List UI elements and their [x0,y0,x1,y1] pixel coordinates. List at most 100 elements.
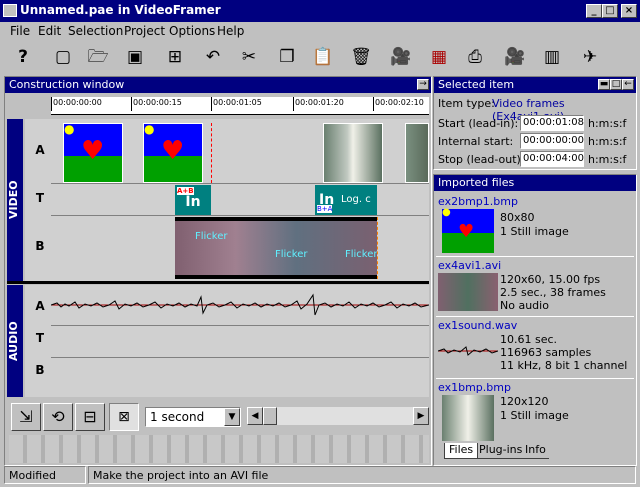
help-icon[interactable]: ? [8,43,38,73]
stop-label: Stop (lead-out): [438,153,525,166]
selected-min-icon[interactable]: ▬ [598,79,610,90]
menu-file[interactable]: File [10,24,30,38]
camera2-icon[interactable]: 🎥 [500,43,530,73]
timeline-ruler[interactable]: 00:00:00:00 00:00:00:15 00:00:01:05 00:0… [51,97,429,115]
menu-selection[interactable]: Selection [68,24,123,38]
select-tool-button[interactable]: ⇲ [11,403,41,431]
zoom-value: 1 second [150,410,205,424]
video-clip[interactable] [405,123,429,183]
scroll-thumb[interactable] [263,407,277,425]
menu-project[interactable]: Project [124,24,165,38]
video-clip[interactable] [323,123,383,183]
file-item[interactable]: ex4avi1.avi 120x60, 15.00 fps 2.5 sec., … [436,259,634,317]
file-item[interactable]: ex2bmp1.bmp ♥ ● 80x80 1 Still image [436,195,634,257]
menu-bar: File Edit Selection Project Options Help [0,22,640,40]
status-left: Modified [4,466,86,484]
file-detail: 116963 samples [500,346,592,359]
file-detail: 11 kHz, 8 bit 1 channel [500,359,628,372]
device-icon[interactable]: ⎙ [460,43,490,73]
plane-icon[interactable]: ✈ [575,43,605,73]
video-clip-flicker[interactable]: Flicker Flicker Flicker [175,217,377,279]
timecode: 00:00:01:20 [295,98,344,107]
minimize-button[interactable]: _ [586,4,602,18]
internal-unit: h:m:s:f [588,135,627,148]
transition-clip[interactable]: In A+B [175,185,211,215]
chevron-down-icon[interactable]: ▼ [224,408,240,426]
video-label: VIDEO [7,119,23,281]
app-icon[interactable] [3,4,17,17]
start-field[interactable]: 00:00:01:08 [520,115,584,131]
film-icon[interactable]: ▦ [424,43,454,73]
selected-item-title: Selected item ▬ □ ← [434,77,636,93]
internal-field[interactable]: 00:00:00:00 [520,133,584,149]
start-unit: h:m:s:f [588,117,627,130]
menu-edit[interactable]: Edit [38,24,61,38]
window-title: Unnamed.pae in VideoFramer [20,3,221,17]
camera-icon[interactable]: 🎥 [386,43,416,73]
sun-icon: ● [64,122,75,136]
stop-unit: h:m:s:f [588,153,627,166]
filmstrip-icon[interactable]: ▥ [537,43,567,73]
track-a-label: A [35,143,45,157]
paste-icon[interactable]: 📋 [308,43,338,73]
undo-icon[interactable]: ↶ [198,43,228,73]
video-clip[interactable]: ♥ ● [143,122,203,183]
menu-help[interactable]: Help [217,24,244,38]
file-item[interactable]: ex1sound.wav 10.61 sec. 116963 samples 1… [436,319,634,379]
cut-icon[interactable]: ✂ [234,43,264,73]
open-folder-icon[interactable]: 🗁 [83,43,113,73]
close-button[interactable]: × [621,4,637,18]
menu-options[interactable]: Options [169,24,215,38]
tab-plug-ins[interactable]: Plug-ins [476,443,526,459]
zoom-ruler-button[interactable]: ⊠ [109,403,139,431]
add-item-icon[interactable]: ⊞ [160,43,190,73]
stop-field[interactable]: 00:00:04:00 [520,151,584,167]
rotate-tool-button[interactable]: ⟲ [43,403,73,431]
file-detail: 120x60, 15.00 fps [500,273,601,286]
clip-end-marker [377,217,378,279]
video-track-area: A T B ♥ ● ♥ ● In A+B In B+A Log. c Flicker… [25,119,429,281]
internal-label: Internal start: [438,135,514,148]
transition-badge: A+B [177,187,194,195]
file-detail: 80x80 [500,211,535,224]
tab-info[interactable]: Info [522,443,549,459]
status-right: Make the project into an AVI file [88,466,636,484]
construction-window: Construction window → 00:00:00:00 00:00:… [4,76,432,466]
file-detail: 2.5 sec., 38 frames [500,286,606,299]
file-item[interactable]: ex1bmp.bmp 120x120 1 Still image [436,381,634,441]
timecode: 00:00:01:05 [213,98,262,107]
file-detail: 1 Still image [500,225,569,238]
delete-icon[interactable]: 🗑 [346,43,376,73]
selected-restore-icon[interactable]: □ [610,79,622,90]
new-project-icon[interactable]: ▢ [48,43,78,73]
scroll-right-icon[interactable]: ▶ [413,407,429,425]
save-icon[interactable]: ▣ [120,43,150,73]
imported-files-title: Imported files [434,175,636,191]
transition-clip[interactable]: In B+A Log. c [315,185,377,215]
heart-icon: ♥ [161,136,185,166]
decorative-film-strip [9,435,429,463]
scroll-left-icon[interactable]: ◀ [247,407,263,425]
heart-icon: ♥ [458,221,475,242]
timecode: 00:00:02:10 [375,98,424,107]
maximize-button[interactable]: □ [602,4,618,18]
audio-label: AUDIO [7,285,23,397]
transition-label: Log. c [341,194,371,205]
track-b-label: B [35,239,45,253]
zoom-select[interactable]: 1 second ▼ [145,407,241,427]
horizontal-scrollbar[interactable]: ◀ ▶ [247,407,429,425]
file-detail: 1 Still image [500,409,569,422]
copy-icon[interactable]: ❐ [272,43,302,73]
sun-icon: ● [144,122,155,136]
construction-close-icon[interactable]: → [417,79,429,90]
audio-track-t-label: T [35,331,45,345]
selected-back-icon[interactable]: ← [622,79,634,90]
tab-files[interactable]: Files [444,443,479,459]
title-bar: Unnamed.pae in VideoFramer _ □ × [0,0,640,22]
audio-waveform[interactable] [51,287,429,323]
file-thumbnail-waveform [438,346,498,356]
audio-track-b-label: B [35,363,45,377]
split-view-button[interactable]: ⊟ [75,403,105,431]
file-detail: 10.61 sec. [500,333,558,346]
video-clip[interactable]: ♥ ● [63,122,123,183]
